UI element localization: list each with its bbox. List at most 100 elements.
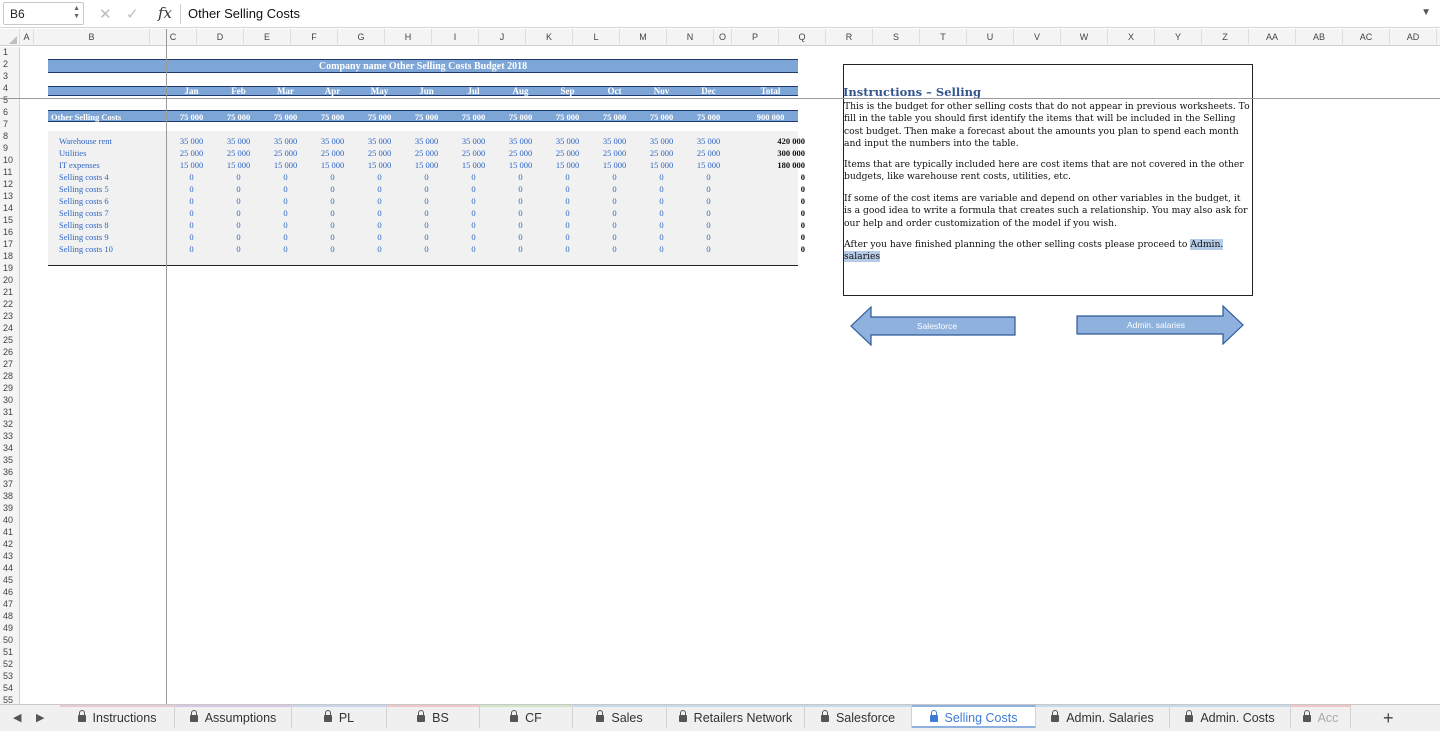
line-item-value[interactable]: 35 000 xyxy=(309,135,356,147)
line-item-value[interactable]: 0 xyxy=(356,219,403,231)
row-header-17[interactable]: 17 xyxy=(0,238,20,250)
sheet-tab-cf[interactable]: CF xyxy=(480,705,573,728)
column-header-G[interactable]: G xyxy=(338,29,385,46)
line-item-value[interactable]: 0 xyxy=(168,243,215,255)
sheet-tab-instructions[interactable]: Instructions xyxy=(60,705,175,728)
line-item-total[interactable]: 0 xyxy=(758,243,805,255)
line-item-value[interactable]: 0 xyxy=(450,219,497,231)
row-header-34[interactable]: 34 xyxy=(0,442,20,454)
line-item-value[interactable]: 0 xyxy=(215,183,262,195)
sheet-tab-bs[interactable]: BS xyxy=(387,705,480,728)
sheet-tab-pl[interactable]: PL xyxy=(292,705,387,728)
line-item-value[interactable]: 0 xyxy=(262,183,309,195)
column-header-R[interactable]: R xyxy=(826,29,873,46)
row-header-21[interactable]: 21 xyxy=(0,286,20,298)
line-item-value[interactable]: 25 000 xyxy=(262,147,309,159)
line-item-value[interactable]: 0 xyxy=(168,207,215,219)
row-header-53[interactable]: 53 xyxy=(0,670,20,682)
column-header-Y[interactable]: Y xyxy=(1155,29,1202,46)
line-item-value[interactable]: 0 xyxy=(497,243,544,255)
line-item-total[interactable]: 0 xyxy=(758,219,805,231)
line-item-total[interactable]: 300 000 xyxy=(758,147,805,159)
column-header-J[interactable]: J xyxy=(479,29,526,46)
line-item-value[interactable]: 0 xyxy=(309,219,356,231)
row-header-30[interactable]: 30 xyxy=(0,394,20,406)
line-item-value[interactable]: 0 xyxy=(215,231,262,243)
line-item-value[interactable]: 0 xyxy=(685,195,732,207)
add-sheet-button[interactable]: + xyxy=(1383,708,1394,729)
line-item-value[interactable]: 0 xyxy=(309,231,356,243)
row-header-39[interactable]: 39 xyxy=(0,502,20,514)
line-item-value[interactable]: 0 xyxy=(215,171,262,183)
select-all-corner[interactable] xyxy=(0,29,20,46)
line-item-value[interactable]: 15 000 xyxy=(309,159,356,171)
line-item-value[interactable]: 0 xyxy=(497,195,544,207)
row-header-11[interactable]: 11 xyxy=(0,166,20,178)
row-header-43[interactable]: 43 xyxy=(0,550,20,562)
line-item-value[interactable]: 25 000 xyxy=(638,147,685,159)
prev-sheet-icon[interactable]: ◀ xyxy=(13,711,21,724)
total-row-value[interactable]: 75 000 xyxy=(215,112,262,122)
line-item-value[interactable]: 25 000 xyxy=(168,147,215,159)
line-item-value[interactable]: 0 xyxy=(262,219,309,231)
line-item-value[interactable]: 25 000 xyxy=(591,147,638,159)
row-header-1[interactable]: 1 xyxy=(0,46,20,58)
total-row-value[interactable]: 75 000 xyxy=(544,112,591,122)
line-item-value[interactable]: 0 xyxy=(685,231,732,243)
line-item-value[interactable]: 35 000 xyxy=(497,135,544,147)
sheet-tab-assumptions[interactable]: Assumptions xyxy=(175,705,292,728)
line-item-value[interactable]: 0 xyxy=(262,243,309,255)
row-header-25[interactable]: 25 xyxy=(0,334,20,346)
line-item-total[interactable]: 0 xyxy=(758,183,805,195)
line-item-value[interactable]: 0 xyxy=(544,171,591,183)
line-item-value[interactable]: 25 000 xyxy=(309,147,356,159)
line-item-value[interactable]: 0 xyxy=(356,243,403,255)
sheet-tab-selling-costs[interactable]: Selling Costs xyxy=(912,705,1036,728)
line-item-value[interactable]: 0 xyxy=(309,207,356,219)
line-item-label[interactable]: Warehouse rent xyxy=(59,135,112,147)
line-item-value[interactable]: 0 xyxy=(591,219,638,231)
line-item-value[interactable]: 0 xyxy=(638,195,685,207)
line-item-value[interactable]: 0 xyxy=(356,207,403,219)
column-header-C[interactable]: C xyxy=(150,29,197,46)
column-header-X[interactable]: X xyxy=(1108,29,1155,46)
column-header-K[interactable]: K xyxy=(526,29,573,46)
line-item-value[interactable]: 0 xyxy=(685,219,732,231)
line-item-value[interactable]: 0 xyxy=(591,243,638,255)
line-item-value[interactable]: 25 000 xyxy=(685,147,732,159)
row-header-3[interactable]: 3 xyxy=(0,70,20,82)
row-header-27[interactable]: 27 xyxy=(0,358,20,370)
column-header-AC[interactable]: AC xyxy=(1343,29,1390,46)
column-header-D[interactable]: D xyxy=(197,29,244,46)
total-row-value[interactable]: 75 000 xyxy=(168,112,215,122)
checkmark-icon[interactable]: ✓ xyxy=(126,5,139,23)
line-item-value[interactable]: 0 xyxy=(168,183,215,195)
line-item-value[interactable]: 15 000 xyxy=(591,159,638,171)
row-header-4[interactable]: 4 xyxy=(0,82,20,94)
sheet-tab-admin-salaries[interactable]: Admin. Salaries xyxy=(1036,705,1170,728)
row-header-9[interactable]: 9 xyxy=(0,142,20,154)
row-header-14[interactable]: 14 xyxy=(0,202,20,214)
column-header-T[interactable]: T xyxy=(920,29,967,46)
column-header-Q[interactable]: Q xyxy=(779,29,826,46)
line-item-value[interactable]: 0 xyxy=(497,183,544,195)
line-item-value[interactable]: 0 xyxy=(168,219,215,231)
line-item-value[interactable]: 0 xyxy=(450,231,497,243)
total-row-value[interactable]: 75 000 xyxy=(309,112,356,122)
line-item-value[interactable]: 0 xyxy=(497,207,544,219)
line-item-value[interactable]: 35 000 xyxy=(403,135,450,147)
line-item-value[interactable]: 0 xyxy=(544,219,591,231)
line-item-value[interactable]: 0 xyxy=(544,231,591,243)
total-row-value[interactable]: 75 000 xyxy=(450,112,497,122)
sheet-tab-acc[interactable]: Acc xyxy=(1291,705,1351,728)
row-header-40[interactable]: 40 xyxy=(0,514,20,526)
line-item-value[interactable]: 0 xyxy=(544,183,591,195)
line-item-label[interactable]: Selling costs 10 xyxy=(59,243,113,255)
line-item-value[interactable]: 0 xyxy=(638,207,685,219)
row-header-54[interactable]: 54 xyxy=(0,682,20,694)
line-item-value[interactable]: 0 xyxy=(685,207,732,219)
line-item-label[interactable]: IT expenses xyxy=(59,159,100,171)
line-item-value[interactable]: 0 xyxy=(215,219,262,231)
line-item-value[interactable]: 15 000 xyxy=(638,159,685,171)
line-item-value[interactable]: 25 000 xyxy=(450,147,497,159)
